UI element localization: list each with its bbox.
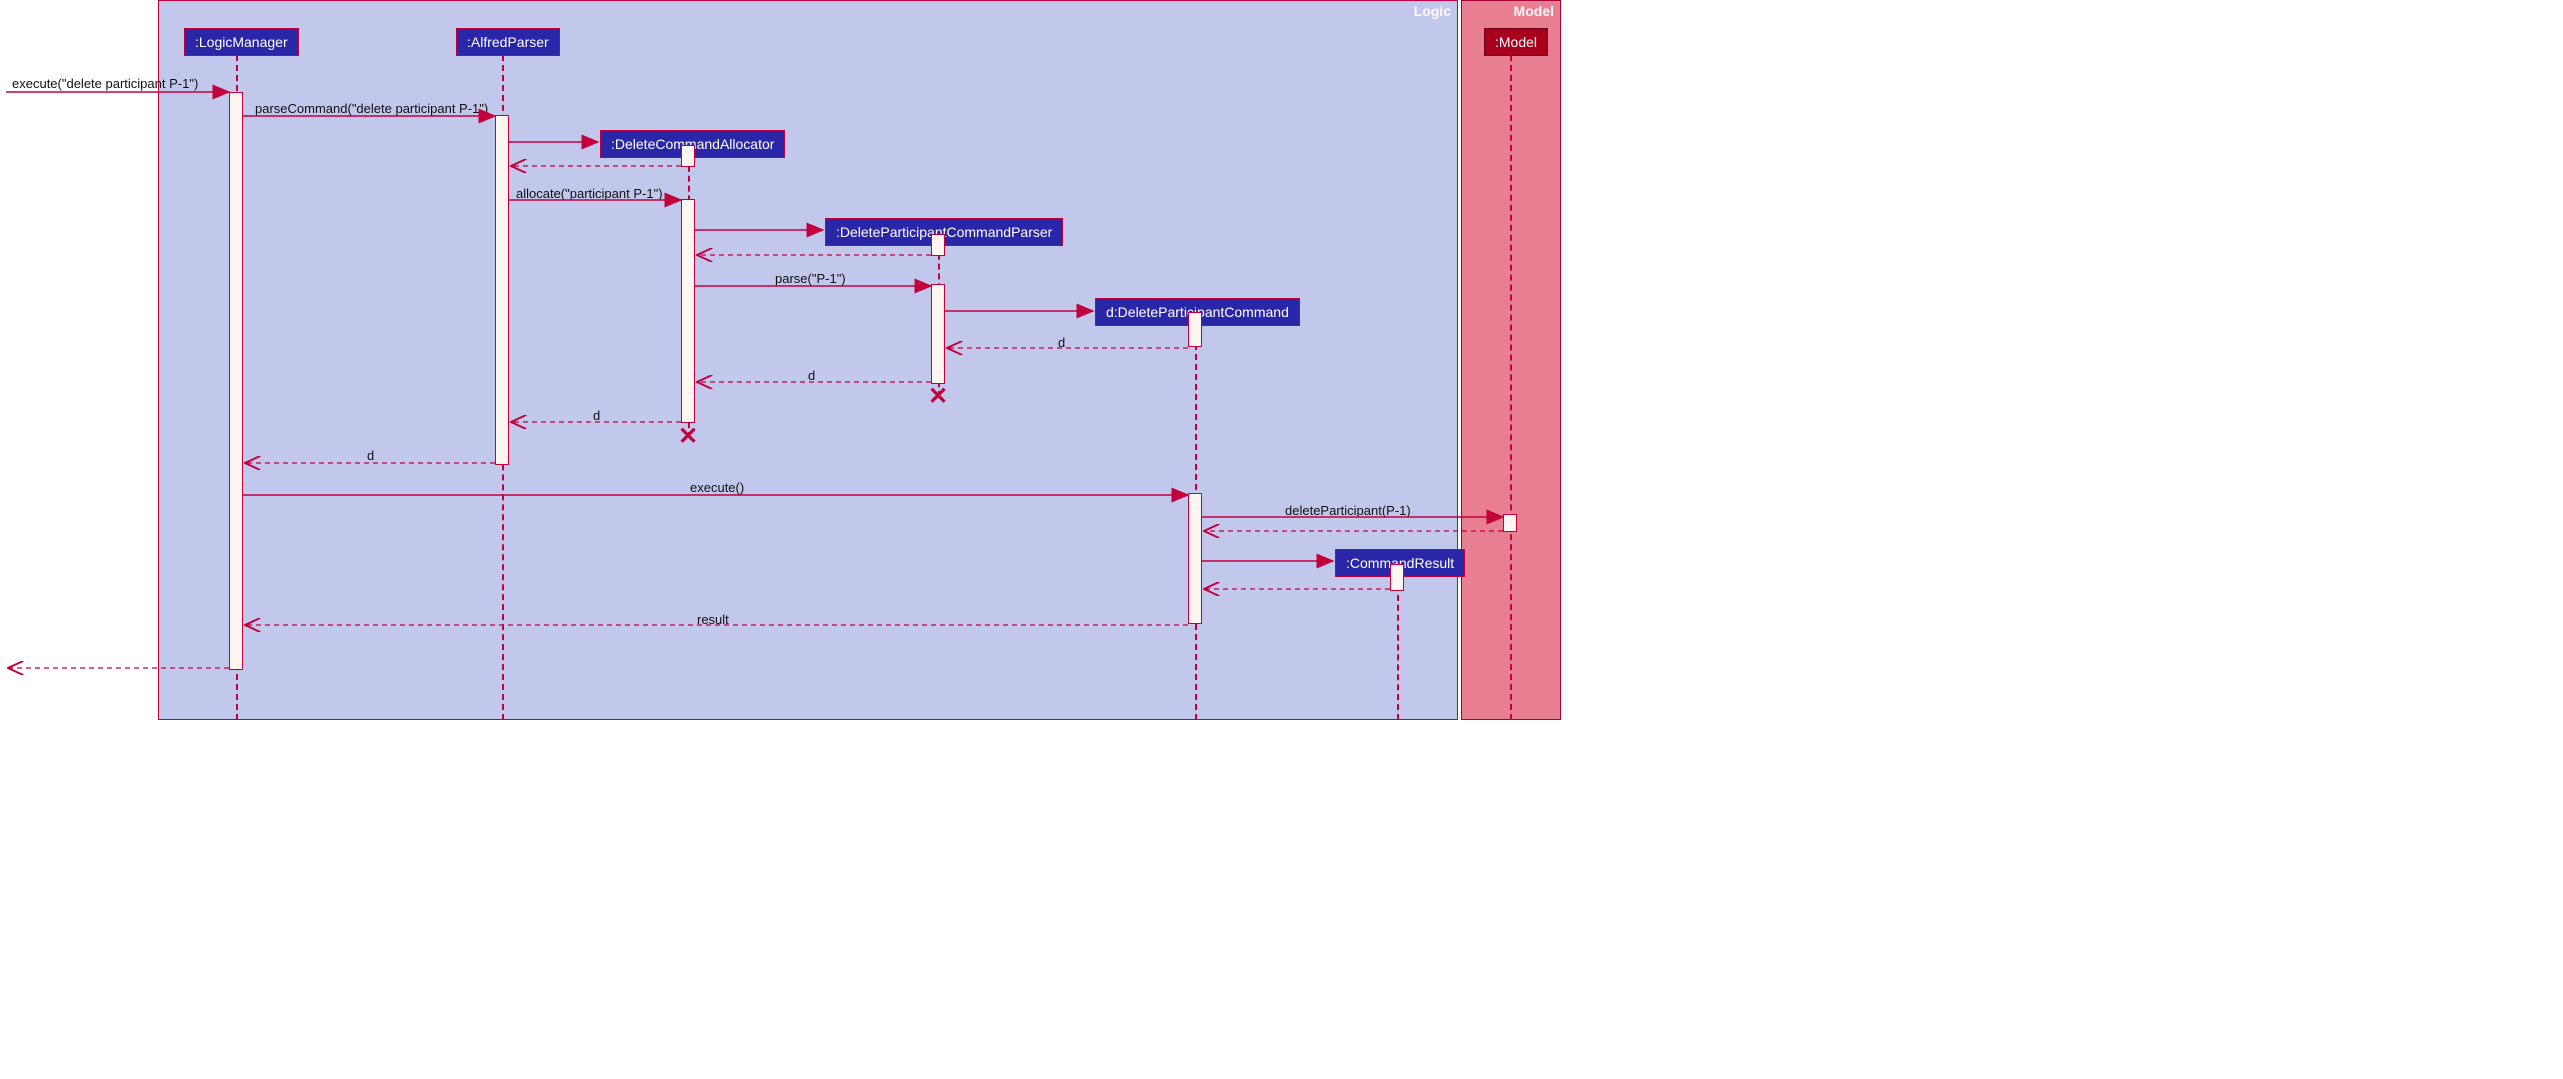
msg-parse-command: parseCommand("delete participant P-1"): [255, 101, 488, 116]
msg-return-d3: d: [593, 408, 600, 423]
act-delete-command-exec: [1188, 493, 1202, 624]
head-model: :Model: [1484, 28, 1548, 56]
msg-parse: parse("P-1"): [775, 271, 846, 286]
msg-execute-call: execute(): [690, 480, 744, 495]
act-delete-command-create: [1188, 312, 1202, 347]
lifeline-command-result: [1397, 575, 1399, 720]
act-delete-parser-create: [931, 234, 945, 256]
msg-delete-participant: deleteParticipant(P-1): [1285, 503, 1411, 518]
destroy-delete-parser: ✕: [927, 386, 949, 408]
msg-execute-1: execute("delete participant P-1"): [12, 76, 198, 91]
msg-result: result: [697, 612, 729, 627]
sequence-diagram: Logic Model :LogicManager :AlfredParser …: [0, 0, 2563, 1079]
act-logic-manager: [229, 92, 243, 670]
frame-logic-label: Logic: [1414, 3, 1451, 19]
head-logic-manager: :LogicManager: [184, 28, 299, 56]
head-alfred-parser: :AlfredParser: [456, 28, 560, 56]
destroy-delete-command-allocator: ✕: [677, 426, 699, 448]
act-model: [1503, 514, 1517, 532]
msg-return-d1: d: [1058, 335, 1065, 350]
act-delete-command-allocator-create: [681, 145, 695, 167]
act-command-result: [1390, 564, 1404, 591]
msg-return-d4: d: [367, 448, 374, 463]
act-delete-parser: [931, 284, 945, 384]
lifeline-model: [1510, 55, 1512, 720]
act-delete-command-allocator: [681, 199, 695, 423]
msg-return-d2: d: [808, 368, 815, 383]
msg-allocate: allocate("participant P-1"): [516, 186, 663, 201]
act-alfred-parser: [495, 115, 509, 465]
frame-model-label: Model: [1514, 3, 1554, 19]
